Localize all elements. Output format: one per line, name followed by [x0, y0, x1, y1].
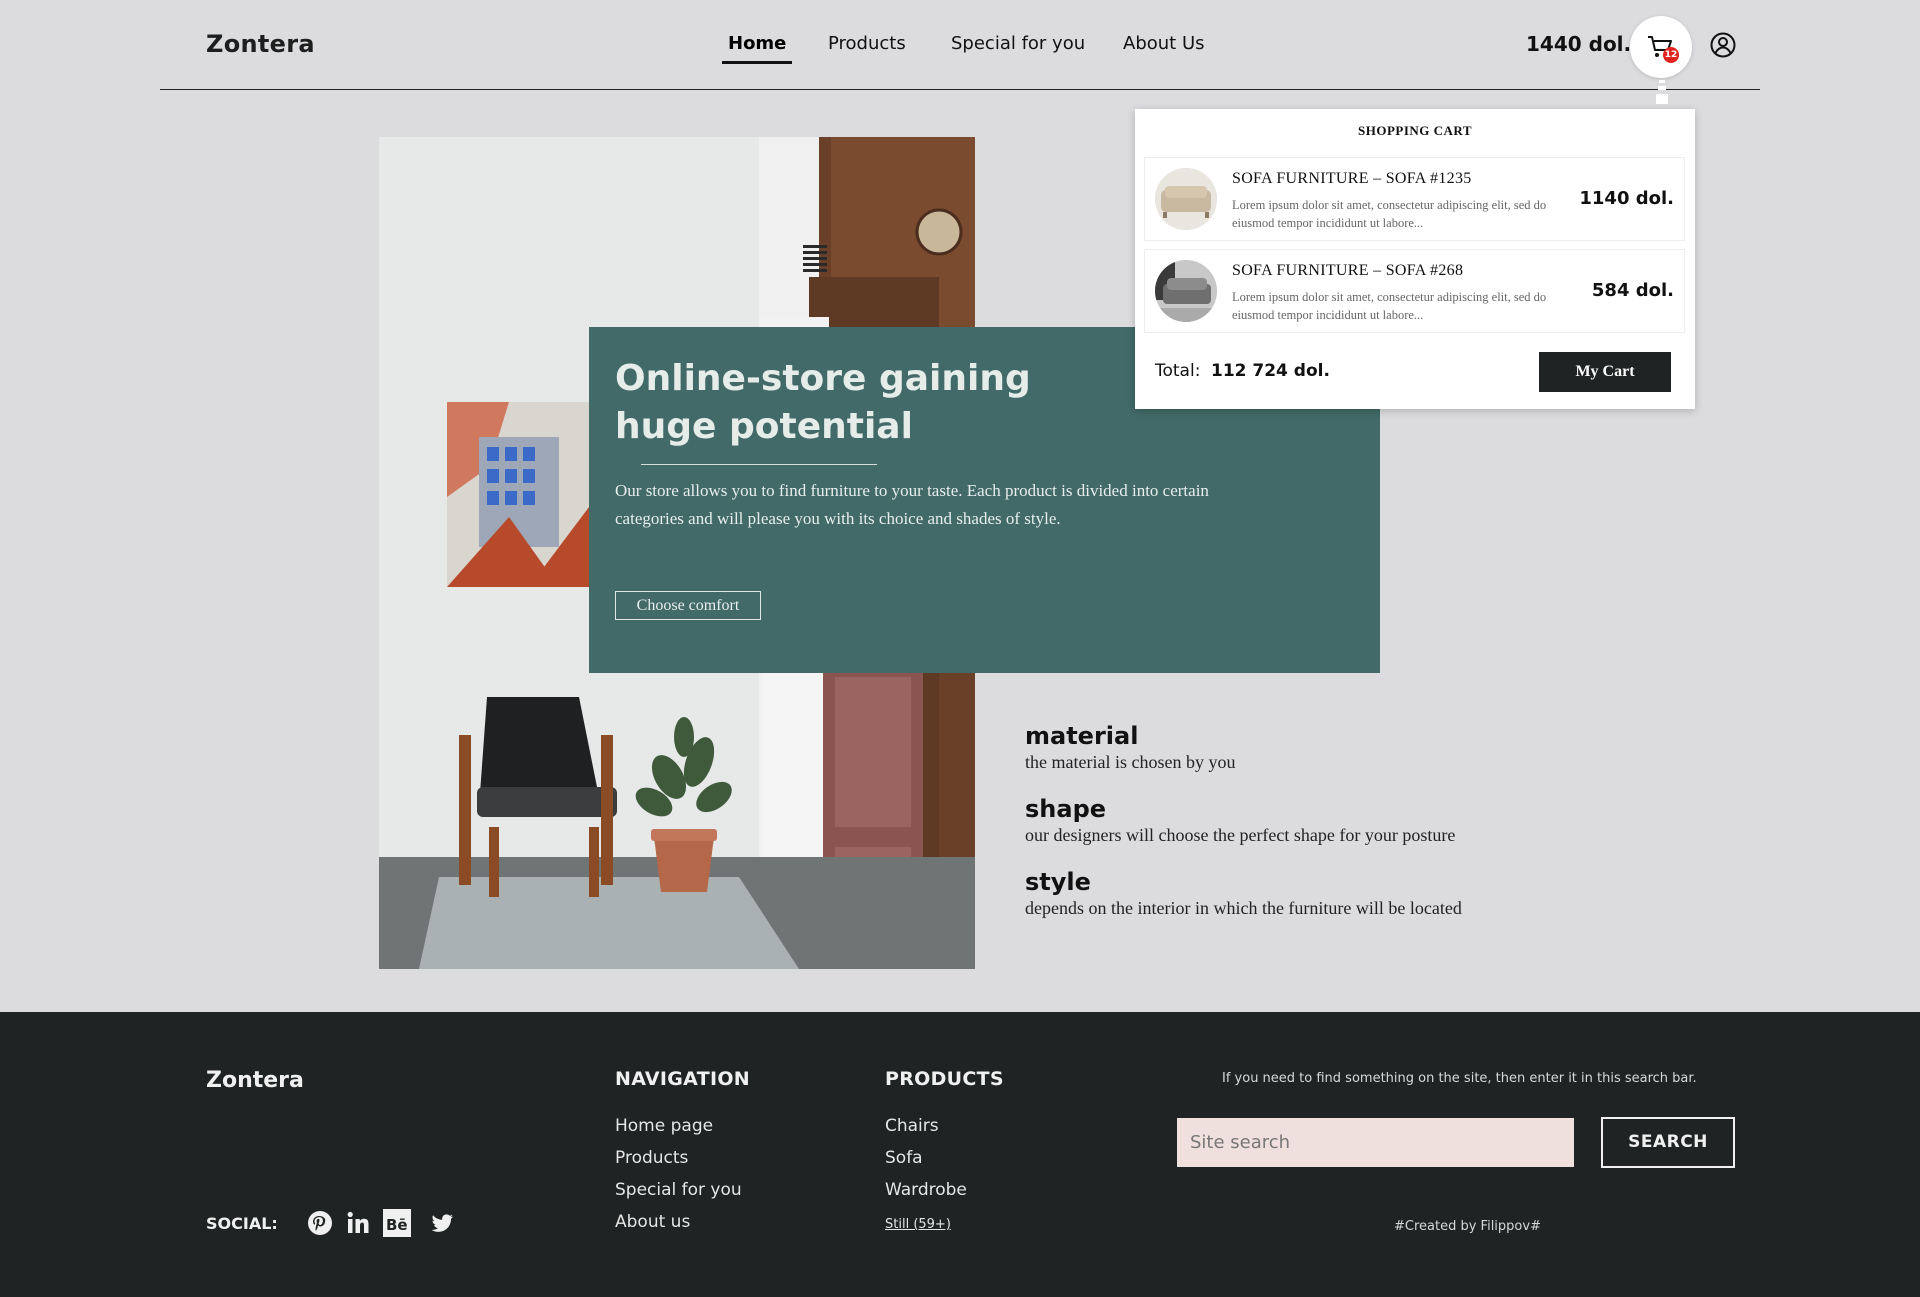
nav-products[interactable]: Products	[828, 33, 906, 54]
cart-total-value: 112 724 dol.	[1211, 361, 1330, 381]
feature-material: material the material is chosen by you	[1025, 722, 1625, 773]
hero-divider	[641, 464, 877, 465]
site-search-input[interactable]	[1177, 1118, 1574, 1167]
svg-text:Bē: Bē	[386, 1216, 408, 1234]
logo[interactable]: Zontera	[206, 30, 315, 58]
nav-special[interactable]: Special for you	[951, 33, 1085, 54]
footer-link-wardrobe[interactable]: Wardrobe	[885, 1180, 967, 1200]
cart-button[interactable]: 12	[1630, 16, 1692, 78]
product-thumbnail	[1155, 168, 1217, 230]
cart-item-title: SOFA FURNITURE – SOFA #268	[1232, 262, 1464, 279]
footer-link-special[interactable]: Special for you	[615, 1180, 742, 1200]
feature-desc: the material is chosen by you	[1025, 752, 1236, 772]
cart-item[interactable]: SOFA FURNITURE – SOFA #1235 Lorem ipsum …	[1144, 157, 1685, 241]
footer-link-products[interactable]: Products	[615, 1148, 688, 1168]
footer-link-chairs[interactable]: Chairs	[885, 1116, 939, 1136]
credit-text: #Created by Filippov#	[1394, 1219, 1541, 1234]
cart-item-title: SOFA FURNITURE – SOFA #1235	[1232, 170, 1472, 187]
cart-item[interactable]: SOFA FURNITURE – SOFA #268 Lorem ipsum d…	[1144, 249, 1685, 333]
footer-link-about[interactable]: About us	[615, 1212, 690, 1232]
user-button[interactable]	[1710, 32, 1736, 58]
footer-link-home[interactable]: Home page	[615, 1116, 713, 1136]
cart-item-desc: Lorem ipsum dolor sit amet, consectetur …	[1232, 198, 1547, 230]
cart-count-badge: 12	[1663, 47, 1679, 63]
feature-desc: depends on the interior in which the fur…	[1025, 898, 1462, 918]
feature-title: shape	[1025, 795, 1107, 823]
cart-item-price: 1140 dol.	[1579, 188, 1674, 209]
my-cart-button[interactable]: My Cart	[1539, 352, 1671, 392]
footer-link-sofa[interactable]: Sofa	[885, 1148, 923, 1168]
pinterest-icon[interactable]	[306, 1209, 334, 1237]
behance-icon[interactable]: Bē	[383, 1209, 411, 1237]
cart-title: SHOPPING CART	[1357, 123, 1473, 138]
nav-about[interactable]: About Us	[1123, 33, 1205, 54]
social-label: SOCIAL:	[206, 1214, 278, 1233]
feature-style: style depends on the interior in which t…	[1025, 868, 1625, 919]
product-thumbnail	[1155, 260, 1217, 322]
cart-total-label: Total:	[1155, 361, 1201, 381]
choose-comfort-button[interactable]: Choose comfort	[615, 591, 761, 620]
user-icon	[1710, 32, 1736, 58]
feature-shape: shape our designers will choose the perf…	[1025, 795, 1625, 846]
nav-home[interactable]: Home	[728, 33, 786, 54]
search-hint: If you need to find something on the sit…	[1222, 1071, 1697, 1086]
footer-products-heading: PRODUCTS	[885, 1068, 1004, 1090]
site-footer: Zontera SOCIAL: Bē NAVIGATION Home page …	[0, 1012, 1920, 1297]
cart-item-price: 584 dol.	[1591, 280, 1674, 301]
nav-active-underline	[722, 61, 792, 64]
hero-title: Online-store gaining huge potential	[615, 358, 1031, 447]
cart-item-desc: Lorem ipsum dolor sit amet, consectetur …	[1232, 290, 1547, 322]
footer-link-more[interactable]: Still (59+)	[885, 1217, 951, 1232]
linkedin-icon[interactable]	[345, 1209, 373, 1237]
header-cart-total: 1440 dol.	[1526, 32, 1632, 56]
feature-title: style	[1025, 868, 1091, 896]
features-list: material the material is chosen by you s…	[1025, 722, 1625, 941]
shopping-cart-dropdown: SHOPPING CART SOFA FURNITURE – SOFA #123…	[1135, 109, 1695, 409]
cart-dropdown-pointer	[1656, 80, 1668, 104]
site-header: Zontera Home Products Special for you Ab…	[160, 0, 1760, 90]
footer-logo[interactable]: Zontera	[206, 1068, 304, 1093]
feature-title: material	[1025, 722, 1139, 750]
search-button[interactable]: SEARCH	[1601, 1117, 1735, 1168]
hero-text: Our store allows you to find furniture t…	[615, 481, 1209, 528]
twitter-icon[interactable]	[428, 1209, 456, 1237]
footer-nav-heading: NAVIGATION	[615, 1068, 750, 1090]
feature-desc: our designers will choose the perfect sh…	[1025, 825, 1456, 845]
